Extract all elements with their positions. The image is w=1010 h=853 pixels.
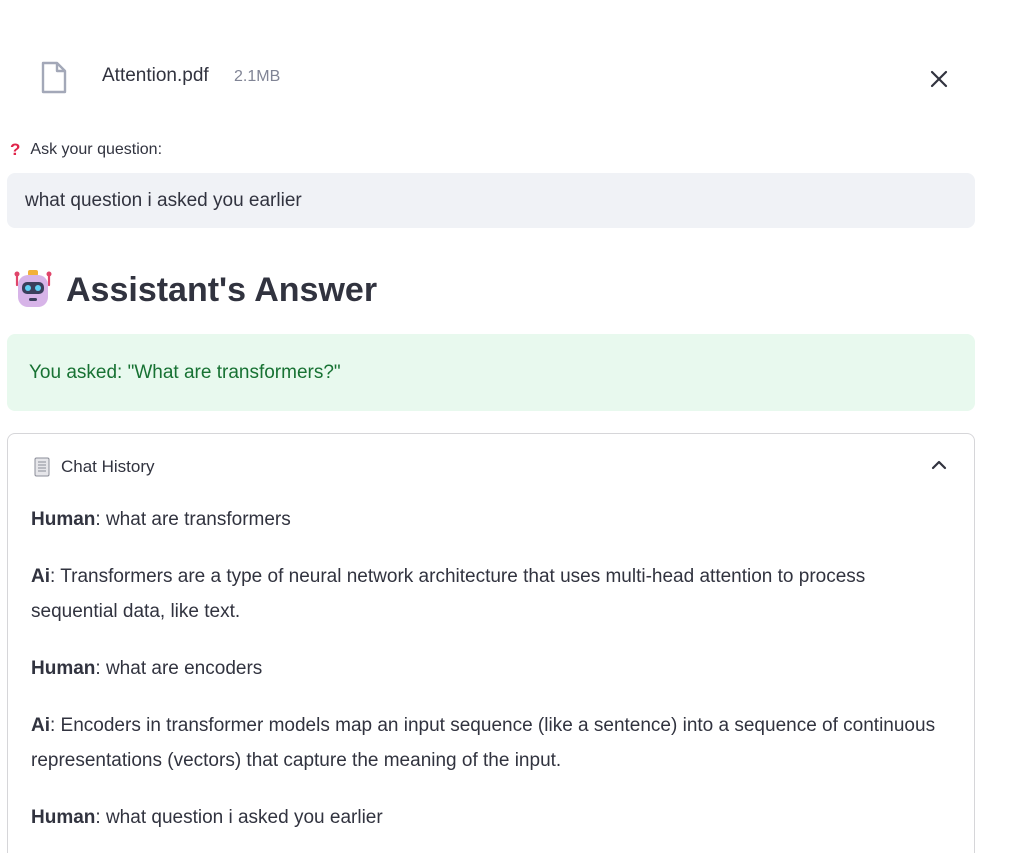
file-icon (41, 61, 67, 94)
chevron-up-icon[interactable] (928, 454, 950, 476)
streamlit-app: Attention.pdf 2.1MB ? Ask your question:… (0, 0, 1010, 853)
chat-message: Human: what question i asked you earlier (31, 800, 951, 835)
question-mark-icon: ? (10, 140, 21, 159)
message-text: : Encoders in transformer models map an … (31, 715, 936, 771)
chat-history-expander: Chat History Human: what are transformer… (7, 433, 975, 853)
chat-message: Ai: Encoders in transformer models map a… (31, 708, 951, 778)
chat-history-header[interactable]: Chat History (8, 434, 974, 496)
chat-history-body: Human: what are transformers Ai: Transfo… (31, 502, 951, 853)
question-input-value: what question i asked you earlier (25, 189, 302, 211)
answer-heading-text: Assistant's Answer (66, 270, 378, 309)
answer-text: You asked: "What are transformers?" (29, 361, 341, 383)
question-label-text: Ask your question: (30, 141, 163, 158)
file-name: Attention.pdf (102, 65, 209, 86)
scroll-icon (34, 457, 50, 477)
chat-message: Human: what are transformers (31, 502, 951, 537)
message-role: Human (31, 807, 96, 828)
message-role: Human (31, 509, 96, 530)
message-text: : Transformers are a type of neural netw… (31, 566, 866, 622)
close-icon[interactable] (924, 64, 954, 94)
message-text: : what are transformers (95, 509, 291, 530)
uploaded-file-row: Attention.pdf 2.1MB (0, 48, 975, 108)
chat-message: Human: what are encoders (31, 651, 951, 686)
message-role: Ai (31, 715, 50, 736)
file-size: 2.1MB (234, 68, 281, 85)
message-role: Human (31, 658, 96, 679)
chat-message: Ai: Transformers are a type of neural ne… (31, 559, 951, 629)
message-text: : what question i asked you earlier (95, 807, 383, 828)
message-role: Ai (31, 566, 50, 587)
chat-history-title: Chat History (61, 457, 155, 476)
answer-alert: You asked: "What are transformers?" (7, 334, 975, 411)
robot-icon (14, 270, 52, 307)
question-input[interactable]: what question i asked you earlier (7, 173, 975, 228)
message-text: : what are encoders (95, 658, 263, 679)
answer-heading: Assistant's Answer (12, 265, 377, 315)
question-label: ? Ask your question: (10, 140, 162, 160)
